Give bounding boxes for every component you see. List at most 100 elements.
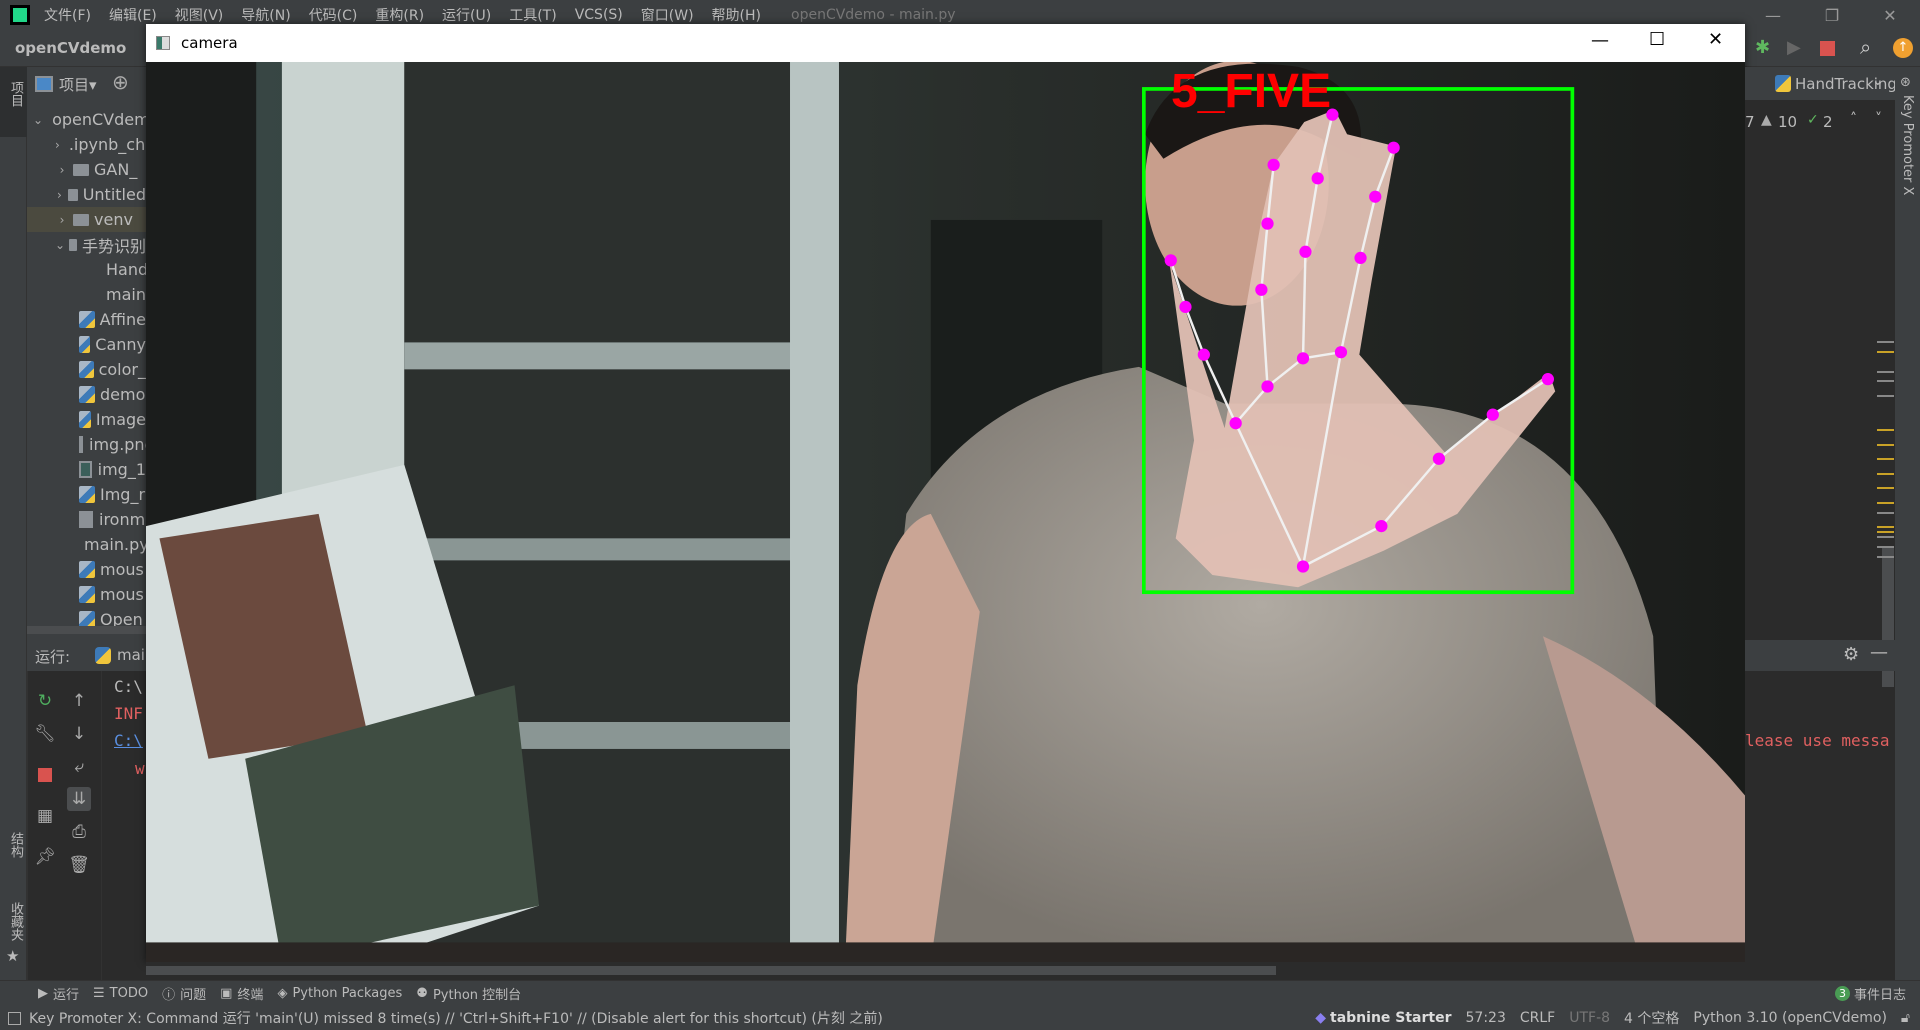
tree-item[interactable]: ironm [27,507,146,532]
tree-item[interactable]: demo [27,382,146,407]
tool-event-log[interactable]: 3 事件日志 [1834,984,1906,1003]
tree-item[interactable]: mous [27,582,146,607]
rerun-icon[interactable]: ↻ [33,689,57,713]
chevron-down-icon[interactable]: ⌄ [55,238,65,252]
wrench-icon[interactable]: 🔧︎ [33,722,57,746]
search-icon[interactable]: ⌕ [1860,35,1871,59]
gear-icon[interactable]: ⚙ [1843,644,1859,665]
menu-refactor[interactable]: 重构(R) [375,5,424,25]
tree-item[interactable]: › .ipynb_checkpoints [27,132,146,157]
menu-tools[interactable]: 工具(T) [509,5,556,25]
tool-todo[interactable]: ☰ TODO [93,986,148,1001]
debug-icon[interactable]: ✱ [1755,37,1770,58]
chevron-right-icon[interactable]: › [55,163,69,177]
tree-item[interactable]: Img_r [27,482,146,507]
structure-tab[interactable]: 结构 [6,832,25,858]
tree-item[interactable]: img_1 [27,457,146,482]
close-button[interactable]: ✕ [1865,0,1915,30]
inspection-marker[interactable] [1877,444,1894,446]
menu-navigate[interactable]: 导航(N) [241,5,290,25]
status-toggle-icon[interactable] [8,1011,21,1025]
caret-position[interactable]: 57:23 [1466,1010,1506,1026]
tree-item[interactable]: mous [27,557,146,582]
menu-vcs[interactable]: VCS(S) [575,7,623,23]
inspection-marker[interactable] [1877,512,1894,514]
tab-dropdown-icon[interactable]: ⌄ [1872,73,1884,89]
tree-item[interactable]: HandTrackingModule.py [27,257,146,282]
menu-edit[interactable]: 编辑(E) [109,5,157,25]
inspection-marker[interactable] [1877,502,1894,504]
camera-maximize-button[interactable]: ☐ [1649,29,1665,50]
inspection-marker[interactable] [1877,380,1894,382]
tree-item[interactable]: › Untitled [27,182,146,207]
tree-item[interactable]: › GAN_ [27,157,146,182]
menu-help[interactable]: 帮助(H) [712,5,761,25]
line-separator[interactable]: CRLF [1520,1010,1555,1026]
minimize-button[interactable]: — [1748,0,1798,30]
up-icon[interactable]: ↑ [67,689,91,713]
chevron-down-icon[interactable]: ⌄ [33,113,43,127]
tabnine-status[interactable]: tabnine Starter [1330,1010,1451,1026]
menu-file[interactable]: 文件(F) [44,5,91,25]
menu-window[interactable]: 窗口(W) [641,5,694,25]
horizontal-scrollbar[interactable] [146,966,1276,975]
tree-item[interactable]: › venv [27,207,146,232]
coverage-icon[interactable]: ▶ [1787,37,1801,58]
inspection-marker[interactable] [1877,351,1894,353]
key-promoter-tab[interactable]: Key Promoter X [1900,95,1915,195]
hide-icon[interactable]: — [1870,642,1888,663]
tree-item[interactable]: main.py [27,282,146,307]
tree-item[interactable]: Image [27,407,146,432]
chevron-right-icon[interactable]: › [55,213,69,227]
print-icon[interactable]: ⎙ [67,820,91,844]
camera-close-button[interactable]: ✕ [1708,29,1723,50]
tool-terminal[interactable]: ▣ 终端 [220,984,263,1003]
stop-icon[interactable] [1820,41,1835,56]
tool-python-console[interactable]: ⚉ Python 控制台 [416,984,521,1003]
tree-item[interactable]: Affine [27,307,146,332]
lock-icon[interactable]: 🔓︎ [1901,1010,1910,1026]
console-link[interactable]: C:\ [114,731,143,750]
inspection-marker[interactable] [1877,458,1894,460]
previous-highlight-icon[interactable]: ˄ [1850,111,1857,127]
indent-setting[interactable]: 4 个空格 [1624,1008,1679,1028]
interpreter[interactable]: Python 3.10 (openCVdemo) [1693,1010,1887,1026]
inspection-marker[interactable] [1877,526,1894,528]
inspection-marker[interactable] [1877,429,1894,431]
update-icon[interactable]: ↑ [1893,38,1913,58]
favorites-tab[interactable]: 收藏夹 [6,902,25,941]
inspection-marker[interactable] [1877,341,1894,343]
tree-item[interactable]: main.py [27,532,146,557]
project-tab[interactable]: 项目 [6,81,25,107]
chevron-right-icon[interactable]: › [55,188,64,202]
tool-python-packages[interactable]: ◈ Python Packages [277,986,402,1001]
breadcrumb-project[interactable]: openCVdemo [15,39,126,57]
tree-item[interactable]: color_ [27,357,146,382]
inspection-marker[interactable] [1877,487,1894,489]
pin-icon[interactable]: 📌︎ [33,845,57,869]
file-encoding[interactable]: UTF-8 [1569,1010,1610,1026]
menu-code[interactable]: 代码(C) [309,5,358,25]
layout-icon[interactable]: ▦ [33,804,57,828]
menu-run[interactable]: 运行(U) [442,5,491,25]
error-count[interactable]: 7 [1745,113,1755,131]
camera-minimize-button[interactable]: — [1591,30,1609,51]
inspection-marker[interactable] [1877,556,1894,558]
tree-item[interactable]: img.png [27,432,146,457]
tree-item[interactable]: Canny [27,332,146,357]
warning-count[interactable]: 10 [1778,113,1797,131]
inspection-marker[interactable] [1877,473,1894,475]
tree-item[interactable]: ⌄ openCVdemo [27,107,146,132]
weak-warning-count[interactable]: 2 [1823,113,1833,131]
soft-wrap-icon[interactable]: ⤶ [67,755,91,779]
trash-icon[interactable]: 🗑︎ [67,853,91,877]
chevron-right-icon[interactable]: › [55,138,60,152]
locate-icon[interactable]: ⊕ [112,70,129,94]
inspection-marker[interactable] [1877,531,1894,533]
inspection-marker[interactable] [1877,371,1894,373]
stop-icon[interactable] [33,763,57,787]
inspection-marker[interactable] [1877,395,1894,397]
restore-button[interactable]: ❐ [1807,0,1857,30]
down-icon[interactable]: ↓ [67,722,91,746]
inspection-marker[interactable] [1877,536,1894,538]
